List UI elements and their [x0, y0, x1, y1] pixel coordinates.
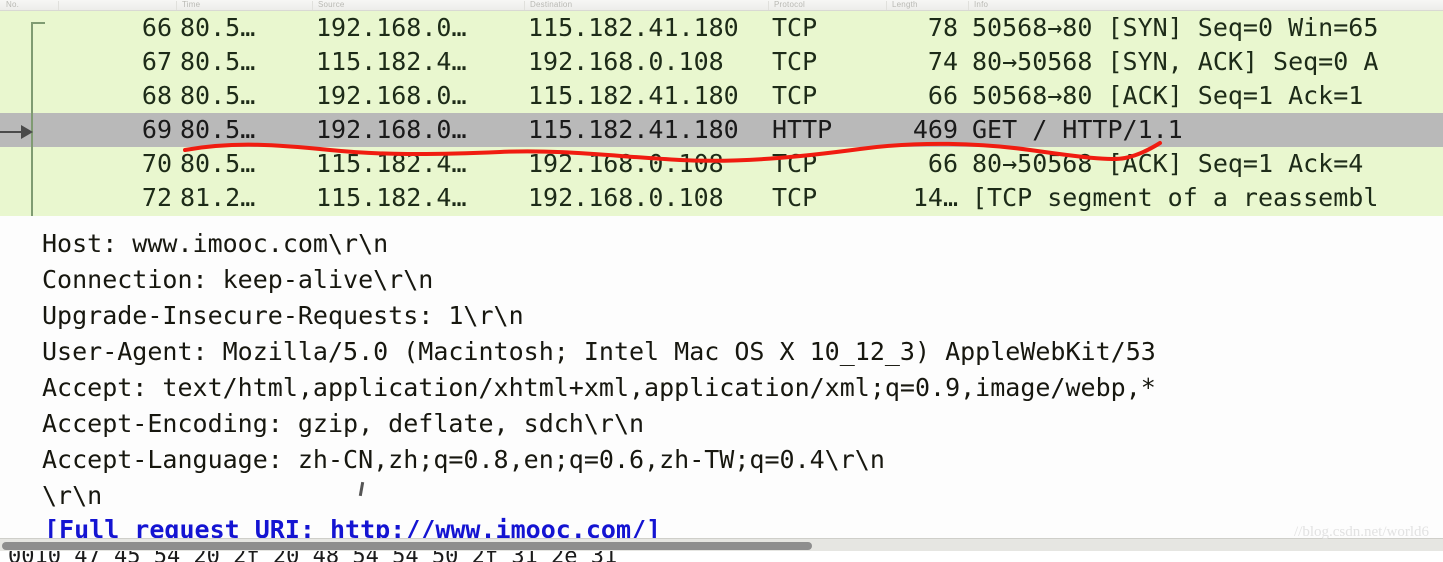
column-divider[interactable]	[968, 1, 969, 10]
http-header-terminator[interactable]: \r\n	[42, 478, 102, 514]
cell-info: 80→50568 [ACK] Seq=1 Ack=4	[972, 149, 1379, 178]
cell-source: 192.168.0…	[316, 81, 467, 110]
cell-time: 80.5…	[180, 47, 256, 76]
cell-protocol: TCP	[772, 149, 818, 178]
horizontal-scrollbar[interactable]	[0, 538, 1443, 551]
cell-time: 81.2…	[180, 183, 256, 212]
cell-protocol: TCP	[772, 47, 818, 76]
cell-source: 115.182.4…	[316, 149, 467, 178]
cell-info: 80→50568 [SYN, ACK] Seq=0 A	[972, 47, 1379, 76]
cell-no: 66	[141, 13, 172, 42]
cell-destination: 192.168.0.108	[528, 183, 724, 212]
column-header-length[interactable]: Length	[892, 0, 918, 10]
table-row[interactable]: 67 80.5… 115.182.4… 192.168.0.108 TCP 74…	[0, 45, 1443, 79]
cell-destination: 192.168.0.108	[528, 149, 724, 178]
packet-list-pane[interactable]: No. Time Source Destination Protocol Len…	[0, 0, 1443, 216]
table-row[interactable]: 72 81.2… 115.182.4… 192.168.0.108 TCP 14…	[0, 181, 1443, 215]
cell-length: 66	[927, 81, 958, 110]
hex-dump-line: 0010 47 45 54 20 2f 20 48 54 54 50 2f 31…	[8, 551, 617, 562]
cell-time: 80.5…	[180, 81, 256, 110]
blog-watermark: //blog.csdn.net/world6	[1294, 524, 1429, 540]
http-header-accept[interactable]: Accept: text/html,application/xhtml+xml,…	[42, 370, 1156, 406]
http-header-user-agent[interactable]: User-Agent: Mozilla/5.0 (Macintosh; Inte…	[42, 334, 1156, 370]
cell-no: 67	[141, 47, 172, 76]
cell-destination: 115.182.41.180	[528, 115, 739, 144]
column-header-destination[interactable]: Destination	[530, 0, 572, 10]
cell-source: 192.168.0…	[316, 13, 467, 42]
column-header-time[interactable]: Time	[182, 0, 200, 10]
cell-source: 115.182.4…	[316, 47, 467, 76]
cell-destination: 115.182.41.180	[528, 13, 739, 42]
cell-time: 80.5…	[180, 13, 256, 42]
http-header-upgrade-insecure-requests[interactable]: Upgrade-Insecure-Requests: 1\r\n	[42, 298, 524, 334]
cell-no: 72	[141, 183, 172, 212]
cell-info: [TCP segment of a reassembl	[972, 183, 1379, 212]
cell-time: 80.5…	[180, 115, 256, 144]
cell-length: 14…	[912, 183, 958, 212]
column-header-no[interactable]: No.	[6, 0, 19, 10]
http-header-host[interactable]: Host: www.imooc.com\r\n	[42, 226, 388, 262]
column-header-info[interactable]: Info	[974, 0, 988, 10]
cell-protocol: TCP	[772, 183, 818, 212]
cell-info: 50568→80 [SYN] Seq=0 Win=65	[972, 13, 1379, 42]
table-row[interactable]: 66 80.5… 192.168.0… 115.182.41.180 TCP 7…	[0, 11, 1443, 45]
table-row[interactable]: 68 80.5… 192.168.0… 115.182.41.180 TCP 6…	[0, 79, 1443, 113]
cell-no: 70	[141, 149, 172, 178]
column-divider[interactable]	[768, 1, 769, 10]
http-header-connection[interactable]: Connection: keep-alive\r\n	[42, 262, 433, 298]
cell-protocol: TCP	[772, 13, 818, 42]
cell-time: 80.5…	[180, 149, 256, 178]
cell-length: 469	[912, 115, 958, 144]
table-row-selected[interactable]: 69 80.5… 192.168.0… 115.182.41.180 HTTP …	[0, 113, 1443, 147]
column-header-protocol[interactable]: Protocol	[774, 0, 805, 10]
http-header-accept-encoding[interactable]: Accept-Encoding: gzip, deflate, sdch\r\n	[42, 406, 644, 442]
cell-no: 68	[141, 81, 172, 110]
cell-protocol: TCP	[772, 81, 818, 110]
column-divider[interactable]	[176, 1, 177, 10]
cell-source: 115.182.4…	[316, 183, 467, 212]
packet-detail-pane[interactable]: Host: www.imooc.com\r\n Connection: keep…	[0, 216, 1443, 538]
cell-info: GET / HTTP/1.1	[972, 115, 1183, 144]
cell-info: 50568→80 [ACK] Seq=1 Ack=1	[972, 81, 1364, 110]
column-divider[interactable]	[312, 1, 313, 10]
column-header-source[interactable]: Source	[318, 0, 345, 10]
cell-protocol: HTTP	[772, 115, 833, 144]
packet-list-column-header[interactable]: No. Time Source Destination Protocol Len…	[0, 0, 1443, 11]
cell-source: 192.168.0…	[316, 115, 467, 144]
column-divider[interactable]	[58, 1, 59, 10]
table-row[interactable]: 70 80.5… 115.182.4… 192.168.0.108 TCP 66…	[0, 147, 1443, 181]
column-divider[interactable]	[524, 1, 525, 10]
cell-length: 78	[927, 13, 958, 42]
column-divider[interactable]	[886, 1, 887, 10]
cell-no: 69	[141, 115, 172, 144]
cell-length: 74	[927, 47, 958, 76]
cell-destination: 115.182.41.180	[528, 81, 739, 110]
cell-destination: 192.168.0.108	[528, 47, 724, 76]
packet-bytes-pane[interactable]: 0010 47 45 54 20 2f 20 48 54 54 50 2f 31…	[0, 551, 1443, 562]
full-request-uri-link[interactable]: [Full request URI: http://www.imooc.com/…	[44, 512, 661, 538]
scrollbar-thumb[interactable]	[2, 542, 812, 550]
cell-length: 66	[927, 149, 958, 178]
http-header-accept-language[interactable]: Accept-Language: zh-CN,zh;q=0.8,en;q=0.6…	[42, 442, 885, 478]
